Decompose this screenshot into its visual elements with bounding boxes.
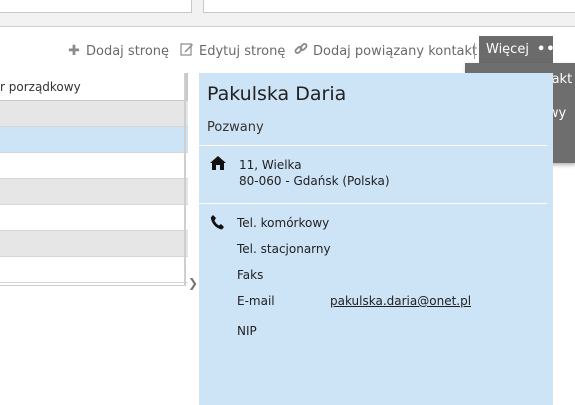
plus-icon: ✚ xyxy=(68,43,80,59)
table-row[interactable] xyxy=(0,205,188,231)
chevron-right-icon[interactable]: ❯ xyxy=(188,276,198,290)
more-button[interactable]: Więcej ••• xyxy=(479,36,564,63)
more-label: Więcej xyxy=(486,42,529,57)
edit-page-label: Edytuj stronę xyxy=(199,43,286,59)
add-related-contact-label: Dodaj powiązany kontakt xyxy=(313,43,478,59)
contact-detail-panel: Pakulska Daria Pozwany 11, Wielka 80-060… xyxy=(199,73,553,405)
top-left-panel xyxy=(0,0,192,13)
column-header-label: r porządkowy xyxy=(0,80,81,94)
top-right-panel xyxy=(203,0,575,13)
address-line1: 11, Wielka xyxy=(239,158,302,172)
link-icon xyxy=(293,42,309,60)
column-header[interactable]: r porządkowy xyxy=(0,73,188,101)
add-related-contact-button[interactable]: Dodaj powiązany kontakt xyxy=(293,40,477,62)
contact-name: Pakulska Daria xyxy=(207,83,347,105)
nip-label: NIP xyxy=(237,324,257,338)
table-row[interactable] xyxy=(0,101,188,127)
divider xyxy=(199,203,547,204)
app-window: ✚ Dodaj stronę Edytuj stronę Dodaj powią… xyxy=(0,0,575,405)
table-row[interactable] xyxy=(0,153,188,179)
table-row-selected[interactable] xyxy=(0,127,188,153)
table-row[interactable] xyxy=(0,231,188,257)
address-line2: 80-060 - Gdańsk (Polska) xyxy=(239,174,390,188)
toolbar-separator xyxy=(474,43,475,59)
home-icon xyxy=(209,155,227,175)
edit-page-button[interactable]: Edytuj stronę xyxy=(179,40,285,62)
mobile-phone-label: Tel. komórkowy xyxy=(237,216,330,230)
phone-icon xyxy=(210,214,224,234)
table-row[interactable] xyxy=(0,257,188,283)
contacts-grid: r porządkowy xyxy=(0,73,188,286)
email-link[interactable]: pakulska.daria@onet.pl xyxy=(330,294,471,308)
ellipsis-icon: ••• xyxy=(536,42,565,57)
email-label: E-mail xyxy=(237,294,275,308)
column-divider xyxy=(184,73,186,285)
contact-role: Pozwany xyxy=(207,120,264,135)
edit-icon xyxy=(179,42,195,60)
grid-bottom-border xyxy=(0,285,186,286)
fax-label: Faks xyxy=(237,268,264,282)
add-page-button[interactable]: ✚ Dodaj stronę xyxy=(66,40,169,62)
divider xyxy=(199,145,547,146)
table-row[interactable] xyxy=(0,179,188,205)
add-page-label: Dodaj stronę xyxy=(86,43,170,59)
landline-phone-label: Tel. stacjonarny xyxy=(237,242,331,256)
